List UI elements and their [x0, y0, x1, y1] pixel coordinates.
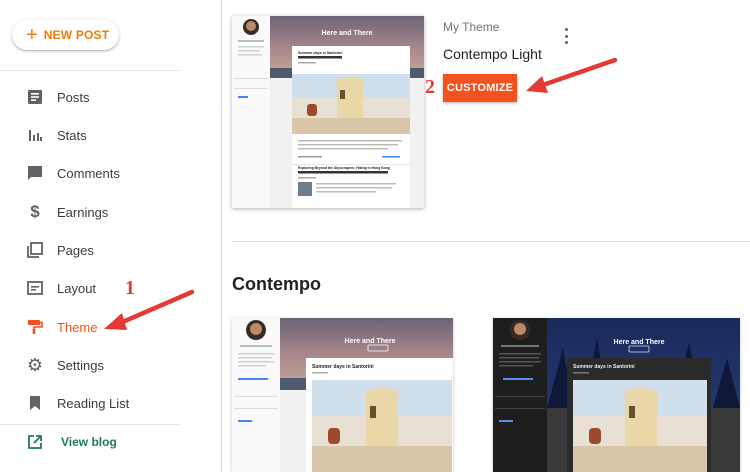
sidebar-item-pages[interactable]: Pages — [0, 233, 180, 267]
current-theme-preview[interactable]: Here and There Summer days in Santorini … — [232, 16, 424, 208]
sidebar-divider — [0, 70, 180, 71]
sidebar-item-label: Layout — [57, 280, 97, 296]
preview-post-title-2: Exploring Beyond the Skyscrapers: Hiking… — [298, 166, 390, 170]
sidebar-item-comments[interactable]: Comments — [0, 156, 180, 190]
annotation-arrow-2 — [526, 57, 618, 93]
view-blog-label: View blog — [61, 435, 117, 449]
gear-icon: ⚙ — [26, 354, 44, 375]
sidebar-item-layout[interactable]: Layout — [0, 271, 180, 305]
theme-option-contempo-light[interactable]: Here and There Summer days in Santorini — [232, 318, 453, 472]
stats-icon — [26, 126, 44, 144]
comments-icon — [26, 164, 44, 182]
pages-icon — [26, 241, 44, 259]
sidebar-item-label: Earnings — [57, 204, 109, 220]
theme-option-image: Here and There Summer days in Santorini — [493, 318, 740, 472]
theme-option-image: Here and There Summer days in Santorini — [232, 318, 453, 472]
sidebar-item-label: Stats — [57, 127, 87, 143]
annotation-step-2: 2 — [425, 76, 435, 98]
sidebar-item-stats[interactable]: Stats — [0, 118, 180, 152]
more-options-icon[interactable] — [559, 28, 573, 44]
dollar-icon: $ — [30, 202, 40, 221]
sidebar-item-label: Comments — [57, 165, 120, 181]
sidebar-item-label: Pages — [57, 242, 94, 258]
paint-roller-icon — [26, 318, 44, 336]
plus-icon: + — [26, 24, 38, 46]
new-post-label: NEW POST — [43, 28, 110, 42]
view-blog-link[interactable]: View blog — [0, 425, 180, 459]
open-external-icon — [26, 433, 44, 451]
sidebar-item-posts[interactable]: Posts — [0, 80, 180, 114]
sidebar-item-label: Theme — [57, 319, 98, 335]
new-post-button[interactable]: + NEW POST — [12, 20, 119, 50]
option-post-title: Summer days in Santorini — [573, 364, 635, 370]
posts-icon — [26, 88, 44, 106]
section-title: Contempo — [232, 274, 321, 294]
content-divider — [221, 0, 222, 472]
bookmark-icon — [26, 394, 44, 412]
customize-button[interactable]: CUSTOMIZE — [443, 74, 517, 102]
annotation-step-1: 1 — [125, 277, 135, 299]
sidebar-item-label: Reading List — [57, 395, 130, 411]
sidebar-item-theme[interactable]: Theme — [0, 310, 180, 344]
sidebar-item-reading-list[interactable]: Reading List — [0, 386, 180, 420]
option-blog-title: Here and There — [614, 339, 665, 346]
my-theme-heading: My Theme — [443, 20, 500, 34]
theme-option-contempo-dark[interactable]: Here and There Summer days in Santorini — [493, 318, 740, 472]
theme-preview-image: Here and There Summer days in Santorini … — [232, 16, 424, 208]
sidebar-item-earnings[interactable]: $ Earnings — [0, 195, 180, 229]
option-post-title: Summer days in Santorini — [312, 364, 374, 370]
option-blog-title: Here and There — [345, 338, 396, 345]
sidebar-item-label: Posts — [57, 89, 90, 105]
preview-post-title: Summer days in Santorini — [298, 51, 342, 55]
section-divider — [232, 241, 750, 242]
sidebar: + NEW POST Posts Stats Comments $ Earnin… — [0, 0, 200, 472]
sidebar-item-label: Settings — [57, 357, 104, 373]
preview-blog-title: Here and There — [322, 30, 373, 37]
layout-icon — [26, 279, 44, 297]
current-theme-name: Contempo Light — [443, 46, 542, 62]
sidebar-item-settings[interactable]: ⚙ Settings — [0, 348, 180, 382]
